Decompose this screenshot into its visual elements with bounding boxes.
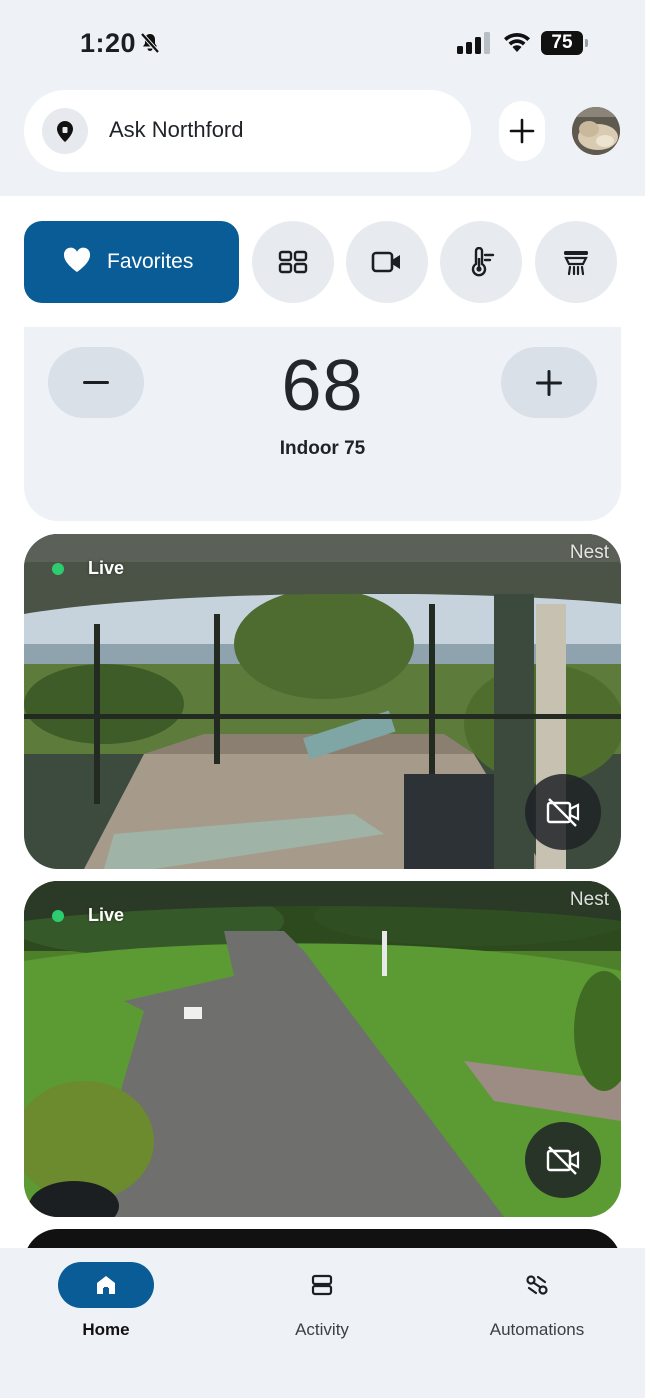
nav-automations-pill	[489, 1262, 585, 1308]
live-label: Live	[88, 558, 125, 578]
profile-avatar[interactable]	[572, 107, 620, 155]
home-icon	[97, 1276, 115, 1294]
favorites-label: Favorites	[107, 250, 194, 273]
camera-feed-driveway[interactable]: Live Nest	[24, 881, 621, 1217]
status-bar: 1:20 75	[0, 0, 645, 80]
nav-tab-activity[interactable]: Activity	[242, 1262, 402, 1340]
video-camera-icon	[371, 251, 400, 273]
battery-indicator: 75	[541, 31, 588, 55]
activity-icon	[311, 1274, 333, 1296]
ceiling-light-icon	[564, 251, 588, 276]
plus-icon	[509, 118, 535, 144]
nav-tab-home[interactable]: Home	[26, 1262, 186, 1340]
ask-assistant-label: Ask Northford	[109, 117, 244, 142]
add-button[interactable]	[499, 101, 545, 161]
grid-icon	[278, 250, 308, 274]
status-time: 1:20	[80, 28, 137, 58]
wifi-icon	[504, 32, 530, 52]
live-label: Live	[88, 905, 125, 925]
all-devices-filter-chip[interactable]	[252, 221, 334, 303]
favorites-filter-chip[interactable]: Favorites	[24, 221, 239, 303]
camera-off-button[interactable]	[525, 1122, 601, 1198]
thermostat-card[interactable]: 68 Indoor 75	[24, 327, 621, 521]
live-dot	[52, 909, 64, 922]
nav-home-label: Home	[82, 1320, 130, 1339]
climate-filter-chip[interactable]	[440, 221, 522, 303]
ask-assistant-bar[interactable]: Ask Northford	[24, 90, 471, 172]
bottom-navigation: Home Activity Automations	[0, 1248, 645, 1398]
home-pin-icon	[42, 108, 88, 154]
nav-activity-label: Activity	[295, 1320, 349, 1339]
camera-brand-label: Nest	[569, 542, 609, 563]
heart-icon	[63, 247, 91, 272]
nav-home-pill	[58, 1262, 154, 1308]
nav-activity-pill	[274, 1262, 370, 1308]
video-off-icon	[546, 1146, 580, 1175]
cameras-filter-chip[interactable]	[346, 221, 428, 303]
plus-icon	[536, 369, 562, 396]
automations-icon	[526, 1275, 548, 1295]
video-off-icon	[546, 798, 580, 827]
live-dot	[52, 562, 64, 575]
lighting-filter-chip[interactable]	[535, 221, 617, 303]
nav-tab-automations[interactable]: Automations	[457, 1262, 617, 1340]
live-indicator: Live	[52, 558, 124, 579]
indoor-temperature: Indoor 75	[279, 438, 366, 459]
cell-signal-icon	[457, 32, 490, 54]
silent-bell-icon	[140, 32, 160, 54]
camera-brand-label: Nest	[569, 889, 609, 910]
camera-off-button[interactable]	[525, 774, 601, 850]
nav-automations-label: Automations	[489, 1320, 585, 1339]
thermometer-icon	[471, 247, 495, 277]
camera-feed-patio[interactable]: Live Nest	[24, 534, 621, 869]
live-indicator: Live	[52, 905, 124, 926]
increase-temperature-button[interactable]	[501, 347, 597, 418]
